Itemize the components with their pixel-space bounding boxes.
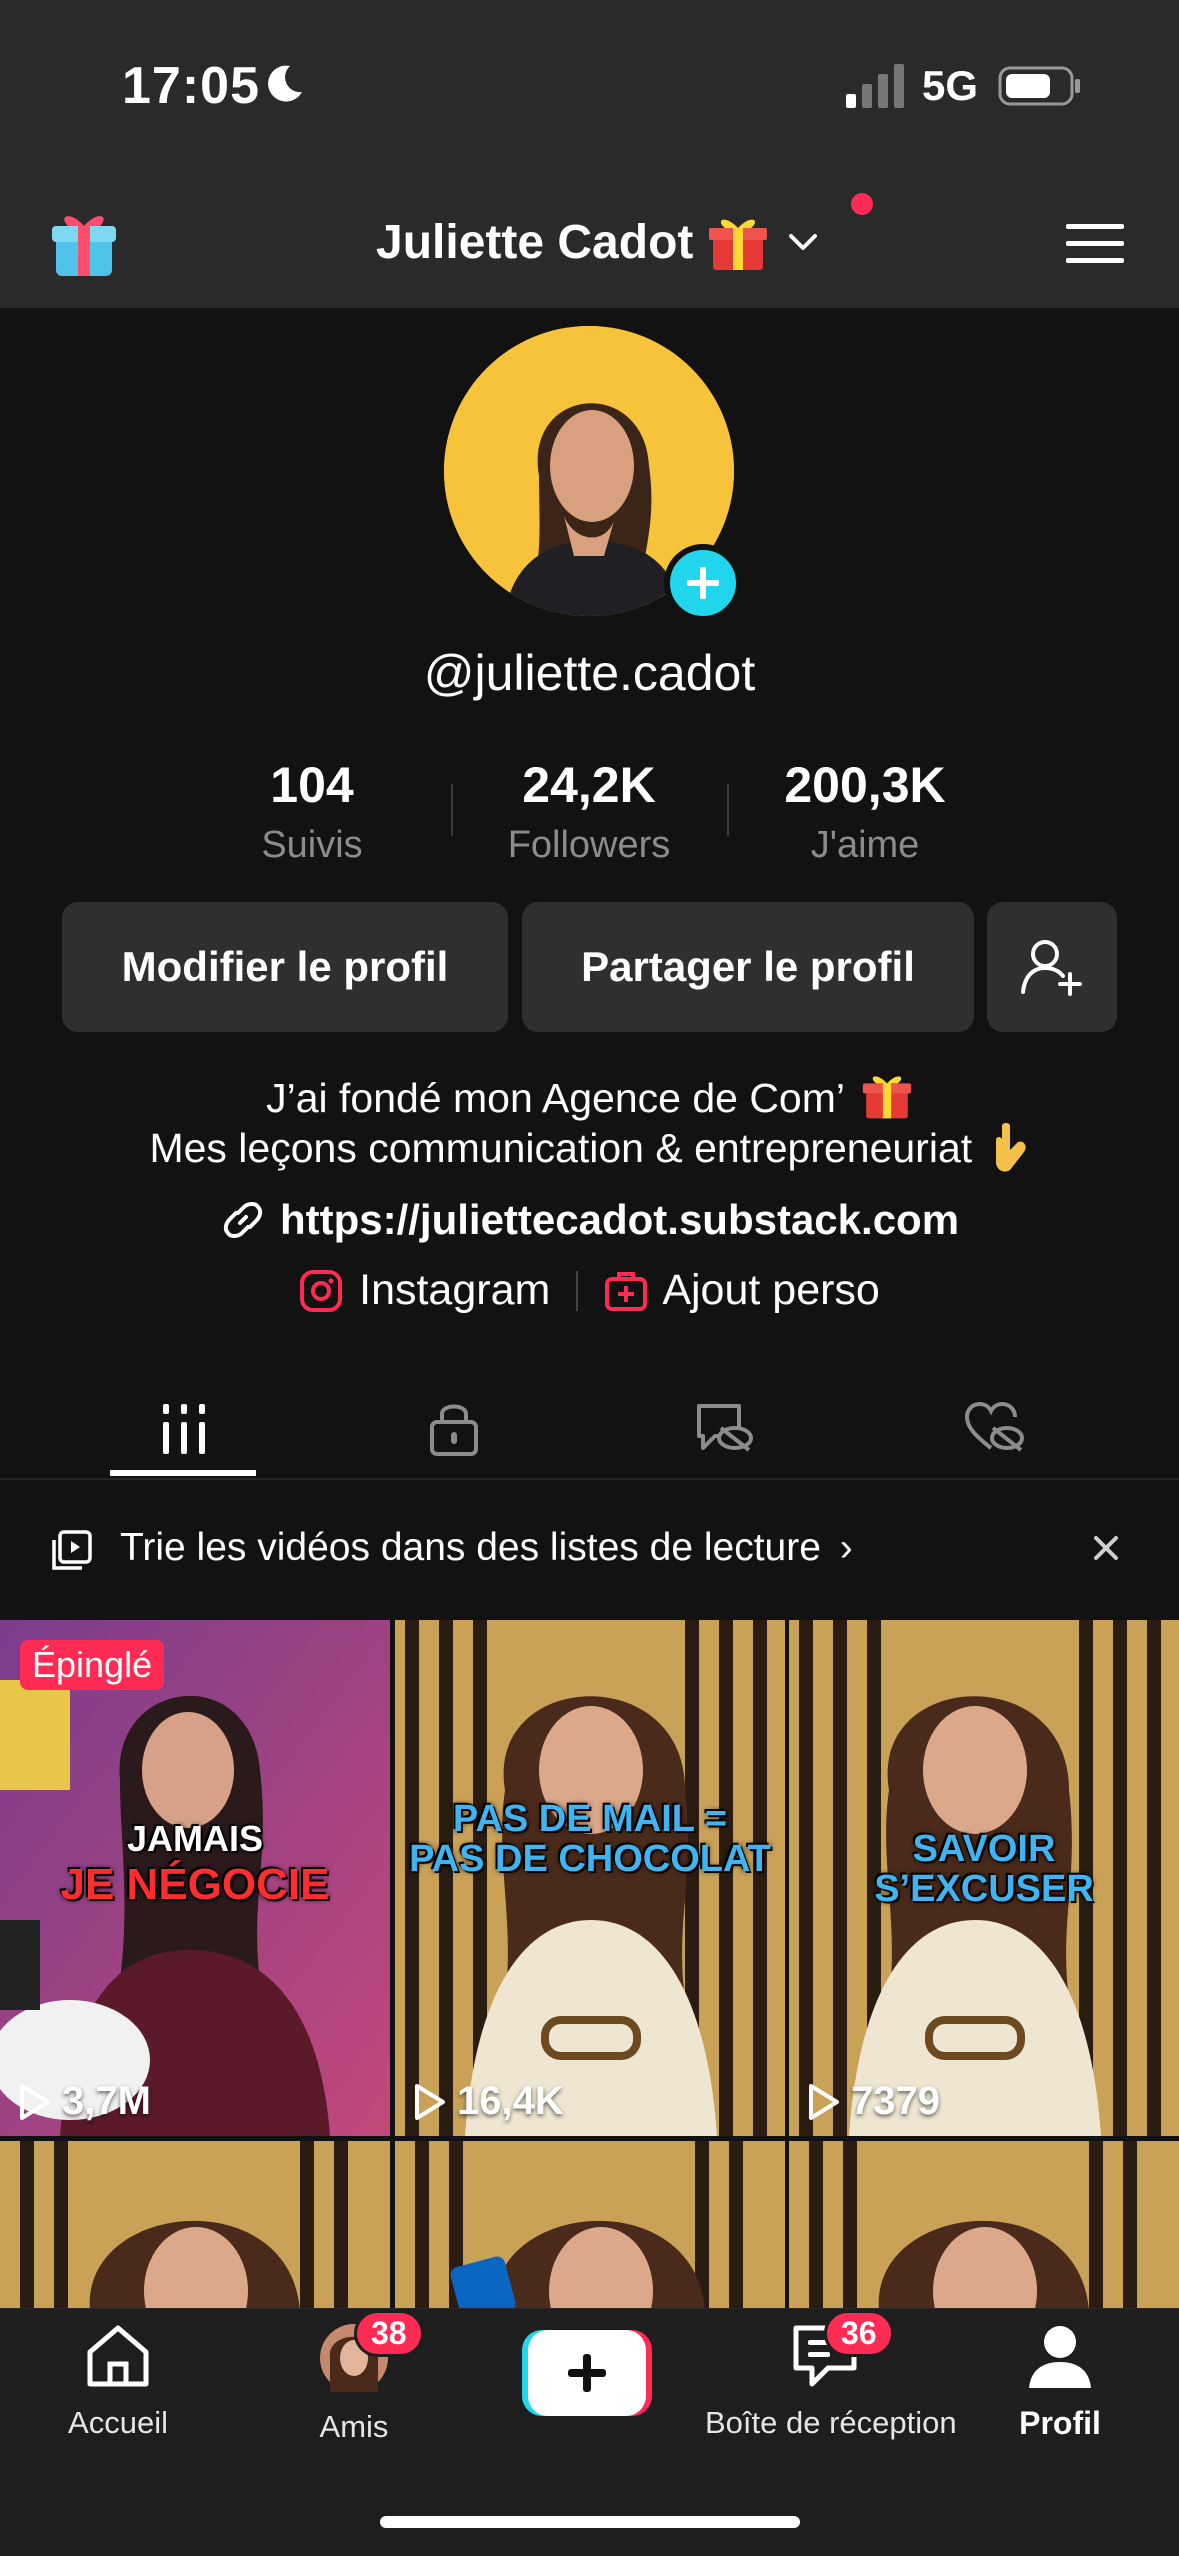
tab-reposts[interactable]	[650, 1378, 798, 1478]
stat-likes[interactable]: 200,3K J'aime	[745, 756, 985, 867]
video-caption-bottom: S’EXCUSER	[874, 1868, 1094, 1910]
home-icon	[87, 2325, 149, 2387]
tab-private[interactable]	[380, 1378, 528, 1478]
video-thumbnail[interactable]: PAS DE MAIL = PAS DE CHOCOLAT 16,4K	[395, 1620, 785, 2136]
header-title: Juliette Cadot	[376, 215, 694, 269]
nav-home[interactable]: Accueil	[0, 2322, 238, 2441]
social-links: Instagram Ajout perso	[0, 1266, 1179, 1315]
video-thumbnail-image	[0, 2141, 390, 2311]
inbox-badge: 36	[824, 2310, 894, 2357]
active-tab-indicator	[110, 1470, 256, 1476]
chevron-right-icon: ›	[839, 1526, 853, 1569]
add-personal-label: Ajout perso	[662, 1266, 880, 1314]
stat-following-label: Suivis	[261, 824, 363, 866]
gift-icon[interactable]	[50, 206, 118, 280]
bio-line-1-text: J’ai fondé mon Agence de Com’	[266, 1075, 844, 1121]
video-caption-top: PAS DE MAIL =	[452, 1798, 728, 1840]
video-caption-top: JAMAIS	[126, 1818, 264, 1859]
video-thumbnail[interactable]: Épinglé JAMAIS JE NÉGOCIE 3,7M	[0, 1620, 390, 2136]
video-caption-bottom: JE NÉGOCIE	[60, 1860, 330, 1909]
moon-icon	[268, 65, 302, 102]
add-friend-button[interactable]	[987, 902, 1117, 1032]
stat-likes-label: J'aime	[810, 824, 920, 866]
video-thumbnail[interactable]	[789, 2141, 1179, 2311]
notification-dot	[851, 193, 873, 215]
status-time: 17:05	[122, 57, 260, 115]
pointing-down-icon	[995, 1123, 1026, 1172]
hidden-posts-icon	[697, 1404, 753, 1452]
profile-icon	[1029, 2326, 1091, 2388]
edit-profile-button[interactable]: Modifier le profil	[62, 902, 508, 1032]
profile-link[interactable]: https://juliettecadot.substack.com	[0, 1196, 1179, 1244]
gift-emoji-icon	[862, 1076, 912, 1119]
instagram-icon	[300, 1269, 343, 1312]
play-icon	[415, 2083, 445, 2120]
stat-followers-label: Followers	[507, 824, 671, 866]
gift-emoji-icon	[709, 219, 768, 270]
view-count: 16,4K	[411, 2079, 564, 2124]
friends-badge: 38	[354, 2310, 424, 2357]
plus-icon	[687, 567, 719, 599]
playlist-banner-label: Trie les vidéos dans des listes de lectu…	[120, 1526, 821, 1569]
stat-followers[interactable]: 24,2K Followers	[469, 756, 709, 867]
nav-profile[interactable]: Profil	[940, 2322, 1179, 2442]
bio-line-2-text: Mes leçons communication & entrepreneuri…	[149, 1125, 973, 1171]
add-person-icon	[1021, 940, 1082, 996]
play-icon	[20, 2083, 50, 2120]
view-count: 7379	[805, 2079, 940, 2124]
stat-likes-value: 200,3K	[784, 757, 946, 813]
instagram-link[interactable]: Instagram	[299, 1266, 550, 1315]
network-label: 5G	[922, 62, 979, 109]
video-thumbnail[interactable]	[395, 2141, 785, 2311]
view-count-value: 7379	[851, 2079, 940, 2123]
bio-line-1: J’ai fondé mon Agence de Com’	[0, 1070, 1179, 1122]
video-caption-top: SAVOIR	[912, 1828, 1056, 1870]
pinned-badge: Épinglé	[20, 1640, 165, 1690]
username: @juliette.cadot	[423, 645, 756, 701]
view-count: 3,7M	[16, 2079, 151, 2124]
social-divider	[576, 1270, 579, 1311]
video-thumbnail[interactable]: SAVOIR S’EXCUSER 7379	[789, 1620, 1179, 2136]
create-button[interactable]	[522, 2330, 652, 2416]
nav-inbox-label: Boîte de réception	[705, 2405, 957, 2440]
tab-liked[interactable]	[920, 1378, 1068, 1478]
stat-followers-value: 24,2K	[522, 757, 656, 813]
hidden-likes-icon	[964, 1401, 1024, 1452]
add-story-button[interactable]	[664, 544, 742, 622]
lock-icon	[430, 1404, 478, 1456]
menu-icon[interactable]	[1066, 222, 1124, 266]
view-count-value: 3,7M	[62, 2079, 151, 2123]
video-thumbnail[interactable]	[0, 2141, 390, 2311]
nav-friends[interactable]: Amis	[234, 2322, 474, 2445]
profile-link-text: https://juliettecadot.substack.com	[279, 1196, 960, 1243]
nav-home-label: Accueil	[68, 2405, 168, 2440]
tab-videos[interactable]	[110, 1378, 258, 1478]
add-link-icon	[605, 1271, 648, 1311]
add-personal-link[interactable]: Ajout perso	[604, 1266, 880, 1315]
nav-profile-label: Profil	[1019, 2405, 1101, 2441]
view-count-value: 16,4K	[457, 2079, 564, 2123]
signal-icon	[846, 64, 904, 108]
home-indicator	[380, 2516, 800, 2528]
playlist-banner-text[interactable]: Trie les vidéos dans des listes de lectu…	[120, 1526, 853, 1570]
battery-icon	[998, 66, 1080, 106]
video-thumbnail-image	[395, 2141, 785, 2311]
playlist-icon	[52, 1530, 92, 1570]
video-thumbnail-image	[789, 2141, 1179, 2311]
stat-following[interactable]: 104 Suivis	[192, 756, 432, 867]
stat-divider	[727, 784, 729, 836]
video-caption-bottom: PAS DE CHOCOLAT	[409, 1838, 771, 1880]
instagram-label: Instagram	[359, 1266, 551, 1314]
stat-divider	[451, 784, 453, 836]
account-switcher[interactable]: Juliette Cadot	[376, 212, 823, 272]
chevron-down-icon	[789, 234, 818, 250]
stat-following-value: 104	[270, 757, 354, 813]
bio-line-2: Mes leçons communication & entrepreneuri…	[0, 1122, 1179, 1174]
share-profile-button[interactable]: Partager le profil	[522, 902, 974, 1032]
play-icon	[809, 2083, 839, 2120]
close-icon[interactable]	[1086, 1528, 1126, 1568]
grid-icon	[163, 1404, 205, 1454]
nav-friends-label: Amis	[319, 2409, 389, 2444]
link-icon	[223, 1202, 263, 1238]
